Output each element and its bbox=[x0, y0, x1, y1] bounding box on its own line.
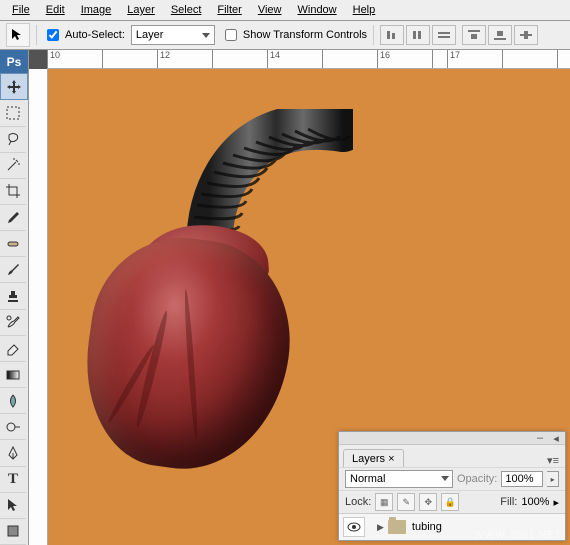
distribute-group bbox=[462, 25, 538, 45]
distribute-icon[interactable] bbox=[514, 25, 538, 45]
pen-tool-icon[interactable] bbox=[0, 440, 26, 466]
active-tool-icon[interactable] bbox=[6, 23, 30, 47]
menu-edit[interactable]: Edit bbox=[38, 2, 73, 18]
ruler-tick bbox=[322, 50, 325, 68]
fill-label: Fill: bbox=[500, 496, 517, 508]
panel-titlebar[interactable]: – ◂ bbox=[339, 432, 565, 445]
workspace: Ps T 10 12 14 16 17 bbox=[0, 50, 570, 545]
panel-menu-icon[interactable]: ▾≡ bbox=[541, 454, 565, 467]
path-select-tool-icon[interactable] bbox=[0, 493, 26, 519]
lasso-tool-icon[interactable] bbox=[0, 127, 26, 153]
visibility-icon[interactable] bbox=[343, 517, 365, 537]
collapse-icon[interactable]: ◂ bbox=[551, 434, 561, 442]
healing-tool-icon[interactable] bbox=[0, 231, 26, 257]
layers-tab[interactable]: Layers × bbox=[343, 449, 404, 467]
eyedropper-tool-icon[interactable] bbox=[0, 205, 26, 231]
menu-file[interactable]: File bbox=[4, 2, 38, 18]
show-transform-checkbox[interactable] bbox=[225, 29, 237, 41]
dodge-tool-icon[interactable] bbox=[0, 414, 26, 440]
type-tool-icon[interactable]: T bbox=[0, 467, 26, 493]
align-group bbox=[380, 25, 456, 45]
menu-window[interactable]: Window bbox=[290, 2, 345, 18]
menu-help[interactable]: Help bbox=[345, 2, 384, 18]
ruler-tick bbox=[502, 50, 505, 68]
ruler-tick bbox=[432, 50, 435, 68]
options-bar: Auto-Select: Layer Show Transform Contro… bbox=[0, 21, 570, 50]
shape-tool-icon[interactable] bbox=[0, 519, 26, 545]
opacity-label: Opacity: bbox=[457, 473, 497, 485]
lock-transparency-icon[interactable]: ▦ bbox=[375, 493, 393, 511]
lock-all-icon[interactable]: 🔒 bbox=[441, 493, 459, 511]
menubar: File Edit Image Layer Select Filter View… bbox=[0, 0, 570, 21]
gradient-tool-icon[interactable] bbox=[0, 362, 26, 388]
stamp-tool-icon[interactable] bbox=[0, 283, 26, 309]
blur-tool-icon[interactable] bbox=[0, 388, 26, 414]
wand-tool-icon[interactable] bbox=[0, 153, 26, 179]
menu-layer[interactable]: Layer bbox=[119, 2, 163, 18]
distribute-icon[interactable] bbox=[488, 25, 512, 45]
lock-label: Lock: bbox=[345, 496, 371, 508]
auto-select-check[interactable]: Auto-Select: bbox=[43, 26, 125, 44]
opacity-flyout-icon[interactable]: ▸ bbox=[547, 471, 559, 487]
blend-mode-value: Normal bbox=[350, 473, 385, 485]
auto-select-label: Auto-Select: bbox=[65, 29, 125, 41]
ruler-tick bbox=[212, 50, 215, 68]
align-icon[interactable] bbox=[406, 25, 430, 45]
ruler-tick: 17 bbox=[447, 50, 460, 68]
history-brush-tool-icon[interactable] bbox=[0, 310, 26, 336]
align-icon[interactable] bbox=[432, 25, 456, 45]
fill-input[interactable]: 100% bbox=[521, 496, 549, 508]
document-area: 10 12 14 16 17 bbox=[29, 50, 570, 545]
eraser-tool-icon[interactable] bbox=[0, 336, 26, 362]
layers-panel[interactable]: – ◂ Layers × ▾≡ Normal Opacity: 100% ▸ bbox=[338, 431, 566, 541]
ruler-horizontal: 10 12 14 16 17 bbox=[47, 50, 570, 69]
distribute-icon[interactable] bbox=[462, 25, 486, 45]
fill-flyout-icon[interactable]: ▸ bbox=[553, 496, 559, 509]
menu-view[interactable]: View bbox=[250, 2, 290, 18]
ruler-tick: 16 bbox=[377, 50, 390, 68]
minimize-icon[interactable]: – bbox=[535, 434, 545, 442]
show-transform-label: Show Transform Controls bbox=[243, 29, 367, 41]
menu-filter[interactable]: Filter bbox=[209, 2, 249, 18]
brush-tool-icon[interactable] bbox=[0, 257, 26, 283]
align-icon[interactable] bbox=[380, 25, 404, 45]
folder-icon bbox=[388, 520, 406, 534]
toolbox: Ps T bbox=[0, 50, 29, 545]
menu-select[interactable]: Select bbox=[163, 2, 210, 18]
menu-image[interactable]: Image bbox=[73, 2, 120, 18]
auto-select-value: Layer bbox=[136, 29, 164, 41]
auto-select-checkbox[interactable] bbox=[47, 29, 59, 41]
ruler-tick: 12 bbox=[157, 50, 170, 68]
opacity-input[interactable]: 100% bbox=[501, 471, 543, 487]
blend-mode-dropdown[interactable]: Normal bbox=[345, 470, 453, 488]
lock-pixels-icon[interactable]: ✎ bbox=[397, 493, 415, 511]
expand-icon[interactable]: ▶ bbox=[377, 522, 384, 533]
show-transform-check[interactable]: Show Transform Controls bbox=[221, 26, 367, 44]
move-tool-icon[interactable] bbox=[0, 73, 28, 100]
canvas[interactable]: – ◂ Layers × ▾≡ Normal Opacity: 100% ▸ bbox=[48, 69, 570, 545]
ruler-tick bbox=[102, 50, 105, 68]
heart-artwork bbox=[88, 239, 308, 499]
lock-position-icon[interactable]: ✥ bbox=[419, 493, 437, 511]
marquee-tool-icon[interactable] bbox=[0, 100, 26, 126]
layer-row[interactable]: ▶ tubing bbox=[339, 513, 565, 540]
photoshop-logo-icon: Ps bbox=[0, 50, 28, 73]
ruler-tick: 10 bbox=[47, 50, 60, 68]
ruler-vertical bbox=[29, 69, 48, 545]
layer-name[interactable]: tubing bbox=[412, 521, 442, 533]
crop-tool-icon[interactable] bbox=[0, 179, 26, 205]
ruler-tick: 14 bbox=[267, 50, 280, 68]
ruler-tick bbox=[557, 50, 560, 68]
auto-select-dropdown[interactable]: Layer bbox=[131, 25, 215, 45]
